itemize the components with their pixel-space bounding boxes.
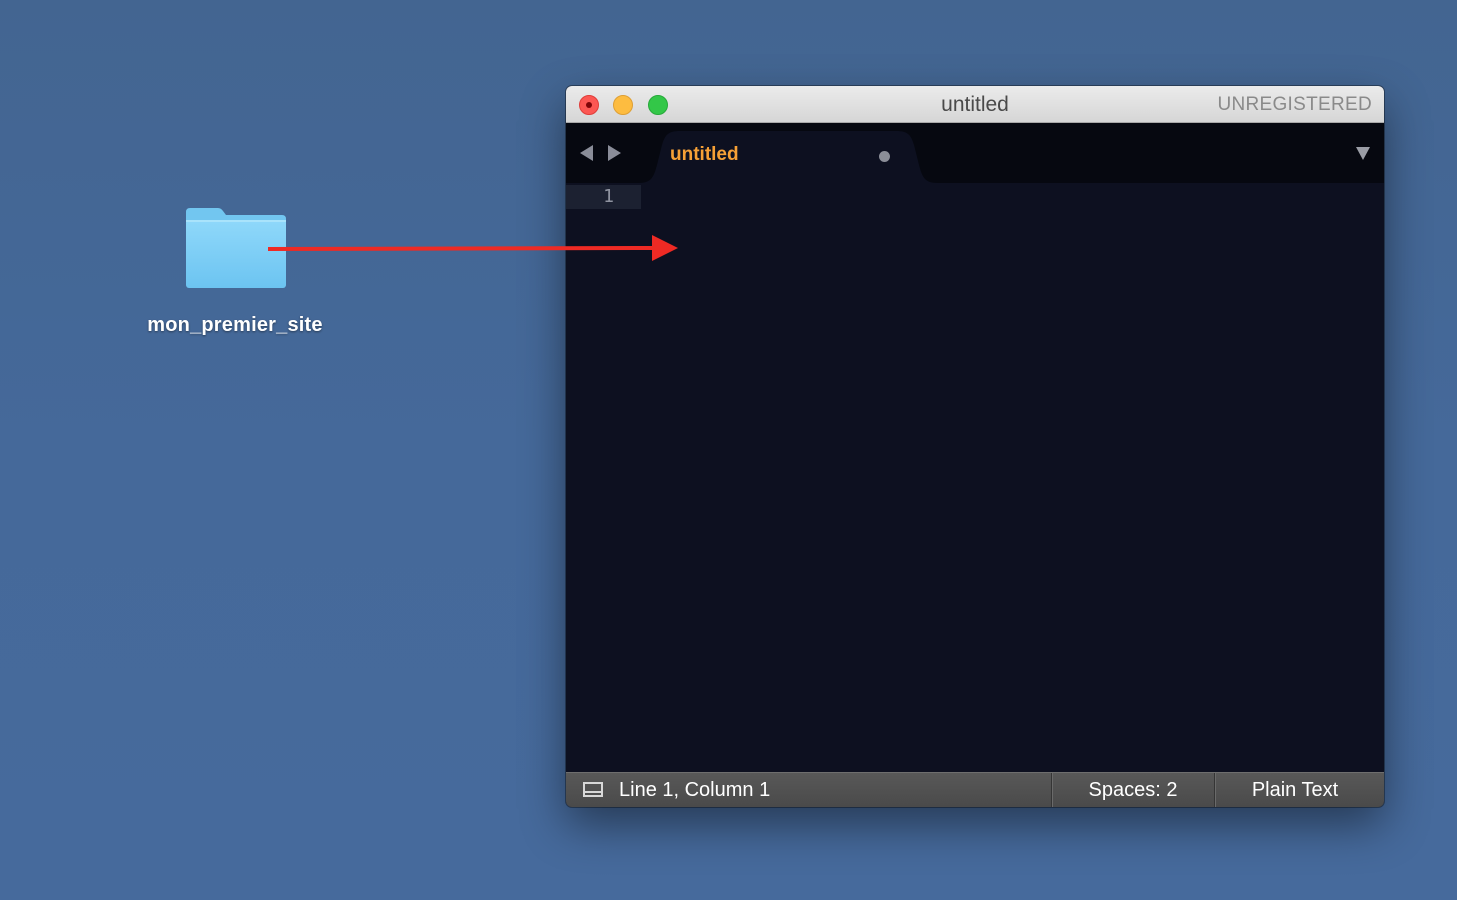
folder-label: mon_premier_site <box>147 314 323 336</box>
editor-window[interactable]: untitled UNREGISTERED untitled 1 Line 1,… <box>566 86 1384 807</box>
unsaved-dot-icon[interactable] <box>879 151 890 162</box>
line-number: 1 <box>603 186 614 207</box>
tab-label[interactable]: untitled <box>670 144 739 166</box>
title-bar[interactable]: untitled UNREGISTERED <box>566 86 1384 123</box>
editor-area[interactable]: 1 <box>566 183 1384 772</box>
previous-tab-icon[interactable] <box>580 145 593 161</box>
next-tab-icon[interactable] <box>608 145 621 161</box>
folder-icon[interactable] <box>184 206 288 290</box>
license-status: UNREGISTERED <box>1217 94 1372 115</box>
panel-toggle-icon[interactable] <box>583 782 603 797</box>
cursor-position: Line 1, Column 1 <box>619 779 771 801</box>
status-bar: Line 1, Column 1 Spaces: 2 Plain Text <box>566 772 1384 807</box>
syntax-selector[interactable]: Plain Text <box>1215 773 1375 807</box>
tab-bar: untitled <box>566 123 1384 183</box>
indentation-setting[interactable]: Spaces: 2 <box>1052 773 1214 807</box>
desktop: mon_premier_site untitled UNREGISTERED u… <box>0 0 1457 900</box>
tab-dropdown-icon[interactable] <box>1356 147 1370 160</box>
desktop-folder[interactable]: mon_premier_site <box>140 200 330 350</box>
